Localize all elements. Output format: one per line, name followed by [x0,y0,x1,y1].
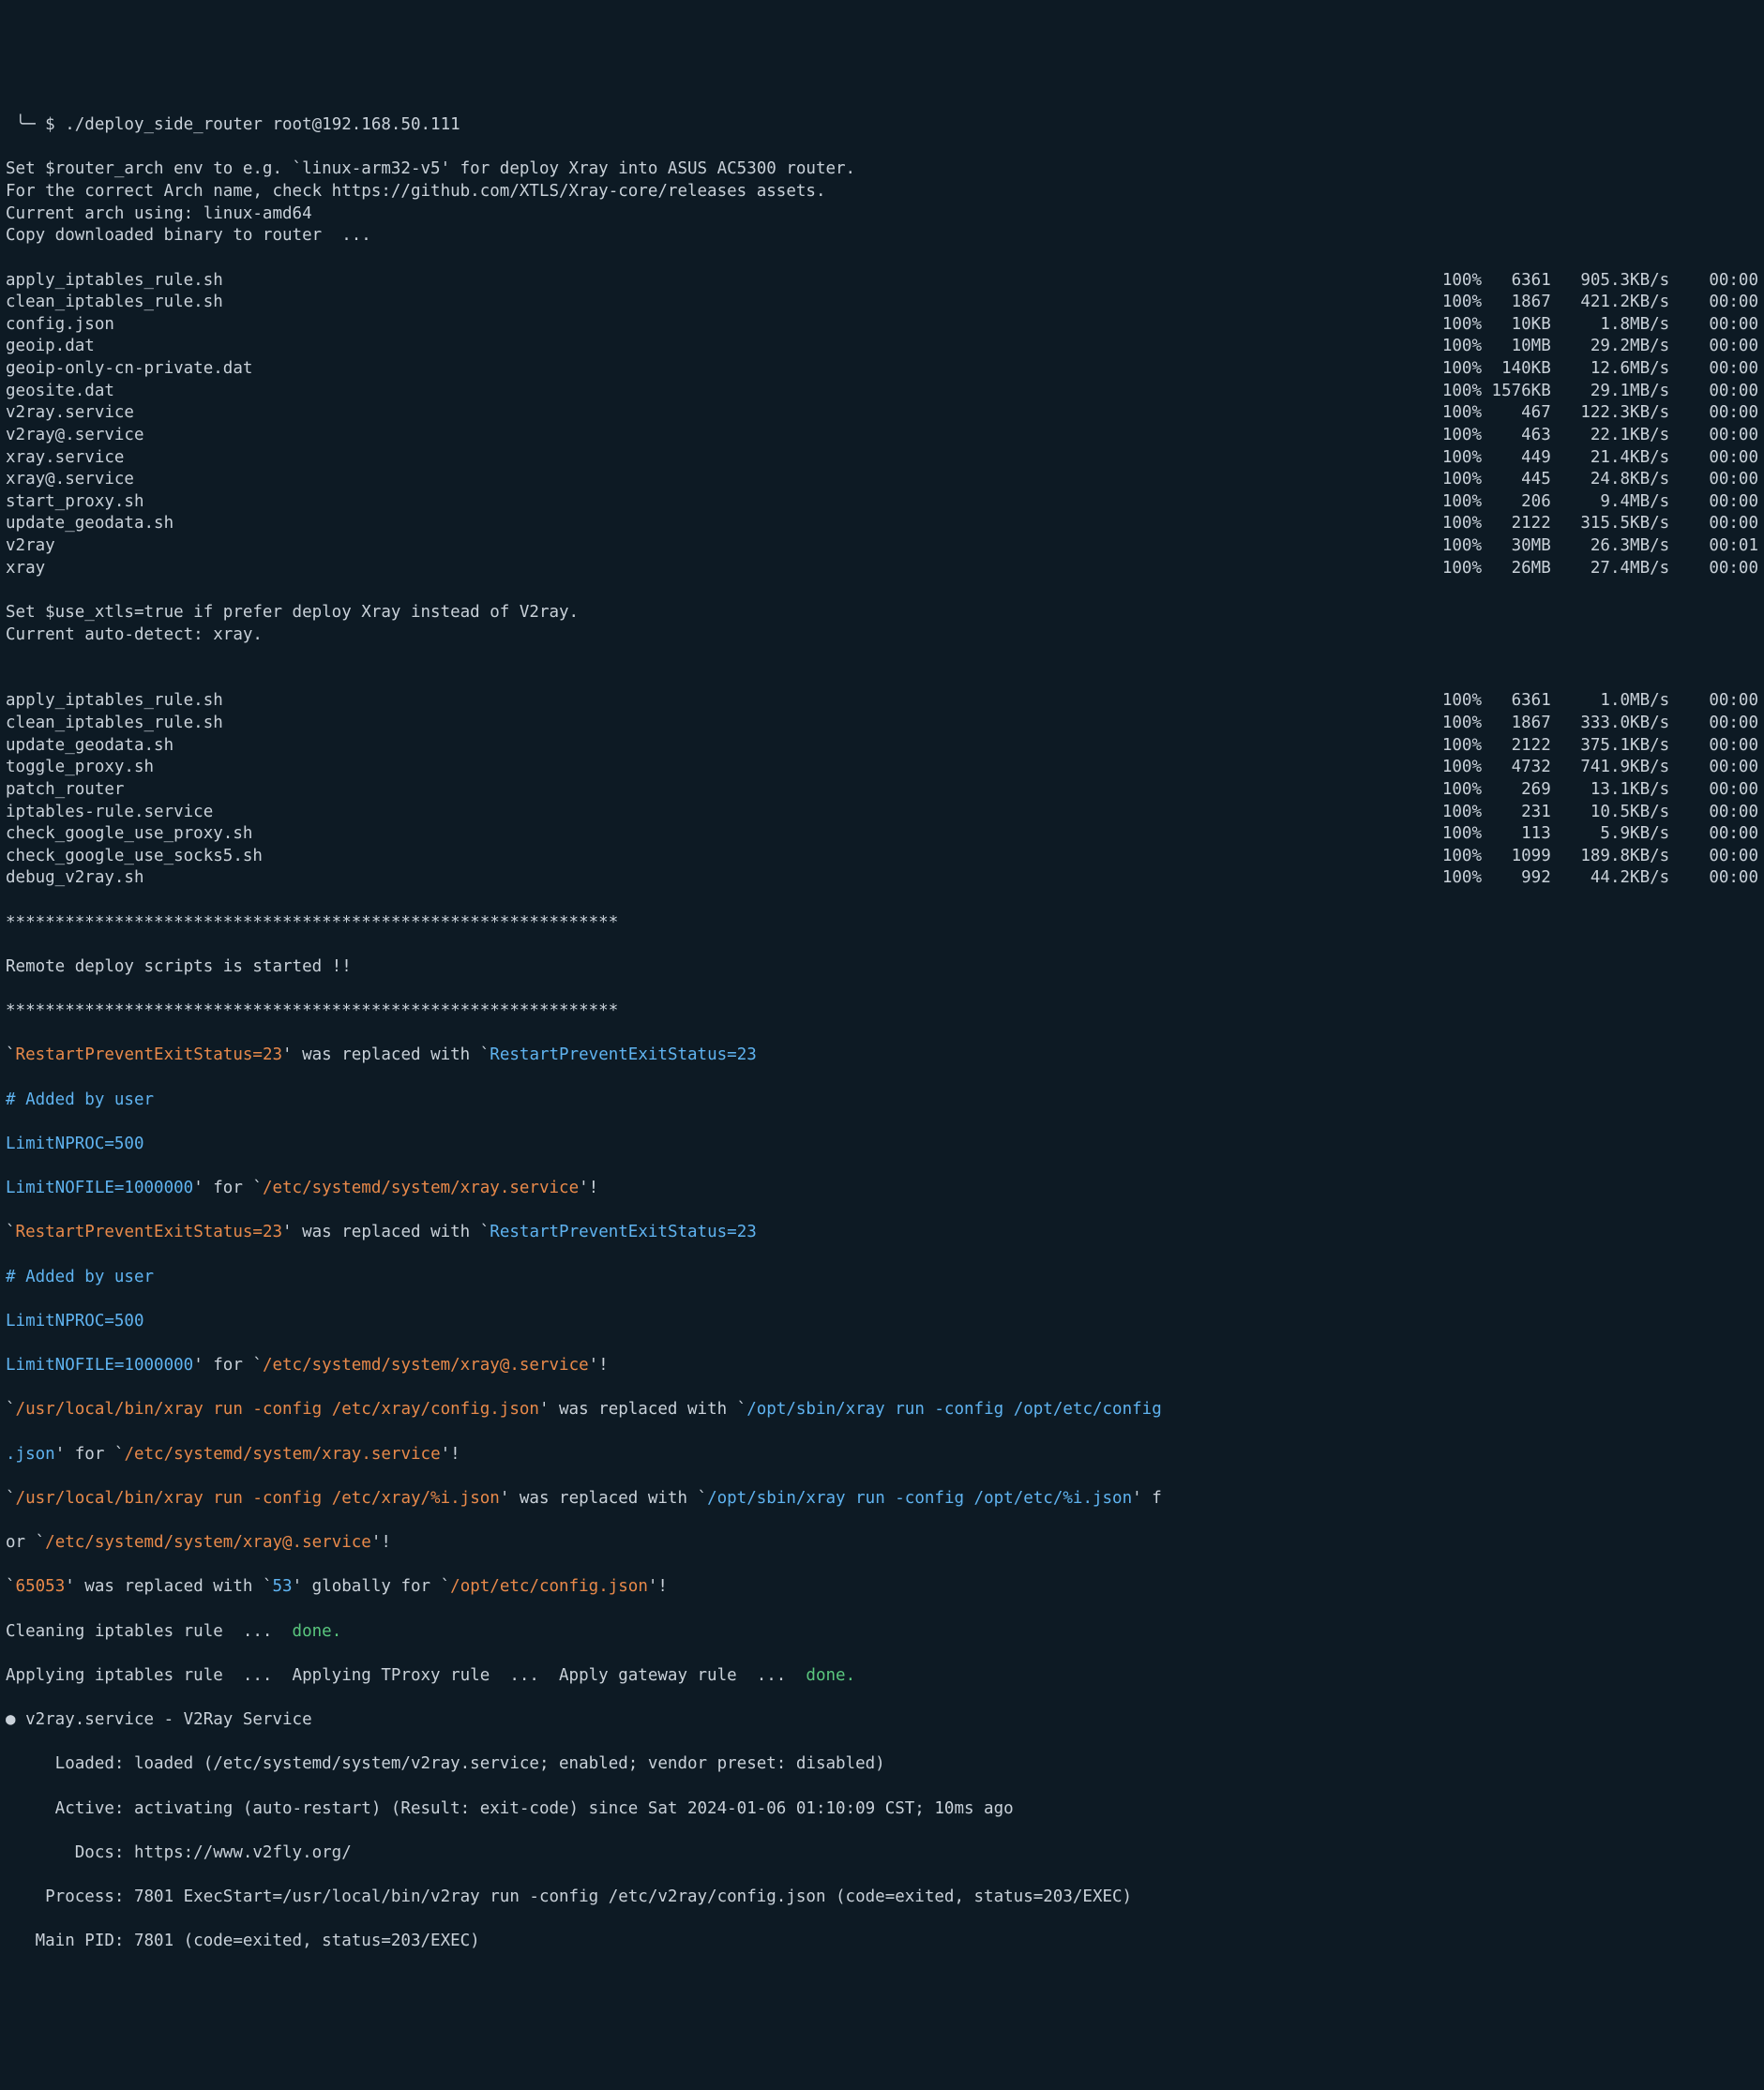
mid-line: Current auto-detect: xray. [6,624,1758,647]
intro-line: Copy downloaded binary to router ... [6,225,1758,248]
added-comment: # Added by user [6,1090,1758,1112]
intro-line: Current arch using: linux-amd64 [6,203,1758,226]
limit-nproc-2: LimitNPROC=500 [6,1311,1758,1333]
started-line: Remote deploy scripts is started !! [6,956,1758,979]
service-active: Active: activating (auto-restart) (Resul… [6,1798,1758,1821]
bin-replace-1b: .json' for `/etc/systemd/system/xray.ser… [6,1444,1758,1466]
transfer-row: xray@.service 100% 445 24.8KB/s 00:00 [6,469,1758,491]
transfer-row: start_proxy.sh 100% 206 9.4MB/s 00:00 [6,491,1758,514]
transfer-row: patch_router 100% 269 13.1KB/s 00:00 [6,779,1758,802]
command-text: ./deploy_side_router root@192.168.50.111 [65,115,460,134]
transfer-row: v2ray.service 100% 467 122.3KB/s 00:00 [6,402,1758,425]
bin-replace-1a: `/usr/local/bin/xray run -config /etc/xr… [6,1399,1758,1421]
transfer-row: debug_v2ray.sh 100% 992 44.2KB/s 00:00 [6,867,1758,890]
transfer-row: v2ray@.service 100% 463 22.1KB/s 00:00 [6,425,1758,447]
service-loaded: Loaded: loaded (/etc/systemd/system/v2ra… [6,1753,1758,1776]
transfer-row: geosite.dat 100% 1576KB 29.1MB/s 00:00 [6,381,1758,403]
transfer-row: v2ray 100% 30MB 26.3MB/s 00:01 [6,535,1758,558]
mid-line: Set $use_xtls=true if prefer deploy Xray… [6,602,1758,624]
transfer-row: clean_iptables_rule.sh 100% 1867 333.0KB… [6,713,1758,735]
limit-nofile-1: LimitNOFILE=1000000' for `/etc/systemd/s… [6,1178,1758,1200]
clean-line: Cleaning iptables rule ... done. [6,1621,1758,1644]
mid-line [6,646,1758,669]
prompt-symbol: $ [36,115,66,134]
star-line: ****************************************… [6,1000,1758,1023]
intro-lines: Set $router_arch env to e.g. `linux-arm3… [6,158,1758,248]
service-mainpid: Main PID: 7801 (code=exited, status=203/… [6,1931,1758,1953]
transfer-row: config.json 100% 10KB 1.8MB/s 00:00 [6,314,1758,337]
added-comment-2: # Added by user [6,1267,1758,1289]
star-line: ****************************************… [6,912,1758,935]
limit-nproc: LimitNPROC=500 [6,1134,1758,1156]
transfer-row: update_geodata.sh 100% 2122 375.1KB/s 00… [6,735,1758,758]
transfer-row: toggle_proxy.sh 100% 4732 741.9KB/s 00:0… [6,757,1758,779]
intro-line: Set $router_arch env to e.g. `linux-arm3… [6,158,1758,181]
limit-nofile-2: LimitNOFILE=1000000' for `/etc/systemd/s… [6,1355,1758,1377]
service-process: Process: 7801 ExecStart=/usr/local/bin/v… [6,1887,1758,1909]
prompt-line: ╰─ $ ./deploy_side_router root@192.168.5… [6,114,1758,137]
apply-line: Applying iptables rule ... Applying TPro… [6,1665,1758,1688]
service-docs: Docs: https://www.v2fly.org/ [6,1842,1758,1865]
terminal[interactable]: ╰─ $ ./deploy_side_router root@192.168.5… [0,89,1764,1979]
transfer-row: geoip.dat 100% 10MB 29.2MB/s 00:00 [6,336,1758,358]
transfer-row: geoip-only-cn-private.dat 100% 140KB 12.… [6,358,1758,381]
transfer-row: check_google_use_socks5.sh 100% 1099 189… [6,846,1758,868]
transfer-row: xray 100% 26MB 27.4MB/s 00:00 [6,558,1758,580]
tree-icon: ╰─ [6,115,36,134]
service-header: ● v2ray.service - V2Ray Service [6,1709,1758,1732]
transfer-row: iptables-rule.service 100% 231 10.5KB/s … [6,802,1758,824]
transfer-block-1: apply_iptables_rule.sh 100% 6361 905.3KB… [6,270,1758,580]
bin-replace-2b: or `/etc/systemd/system/xray@.service'! [6,1532,1758,1555]
transfer-row: xray.service 100% 449 21.4KB/s 00:00 [6,447,1758,470]
transfer-block-2: apply_iptables_rule.sh 100% 6361 1.0MB/s… [6,690,1758,890]
port-replace: `65053' was replaced with `53' globally … [6,1576,1758,1599]
mid-lines: Set $use_xtls=true if prefer deploy Xray… [6,602,1758,669]
intro-line: For the correct Arch name, check https:/… [6,181,1758,203]
bin-replace-2a: `/usr/local/bin/xray run -config /etc/xr… [6,1488,1758,1511]
replace-line-1: `RestartPreventExitStatus=23' was replac… [6,1045,1758,1067]
transfer-row: check_google_use_proxy.sh 100% 113 5.9KB… [6,823,1758,846]
replace-line-2: `RestartPreventExitStatus=23' was replac… [6,1222,1758,1244]
transfer-row: apply_iptables_rule.sh 100% 6361 1.0MB/s… [6,690,1758,713]
transfer-row: clean_iptables_rule.sh 100% 1867 421.2KB… [6,292,1758,314]
transfer-row: update_geodata.sh 100% 2122 315.5KB/s 00… [6,513,1758,535]
transfer-row: apply_iptables_rule.sh 100% 6361 905.3KB… [6,270,1758,293]
